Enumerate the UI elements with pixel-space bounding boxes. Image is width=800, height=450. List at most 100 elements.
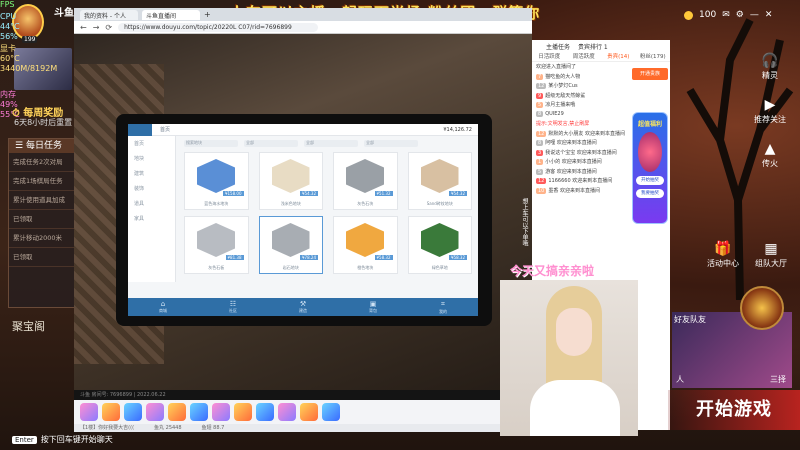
treasure-pavilion-link[interactable]: 聚宝阁 bbox=[12, 318, 45, 334]
url-field[interactable]: https://www.douyu.com/topic/20220L C07/r… bbox=[118, 22, 319, 32]
chat-tabs: 日活跃度 周活跃度 贵宾(14) 粉丝(179) bbox=[532, 52, 670, 62]
back-icon[interactable]: ← bbox=[80, 23, 87, 32]
app-breadcrumb[interactable]: 首页 bbox=[160, 126, 170, 133]
gift-item[interactable] bbox=[278, 403, 296, 421]
new-tab-button[interactable]: + bbox=[204, 10, 211, 19]
refresh-icon[interactable]: ⟳ bbox=[105, 23, 112, 32]
popup-join-button[interactable]: 我要抽奖 bbox=[636, 189, 664, 198]
emblem-orb[interactable] bbox=[740, 286, 784, 330]
nav-icon: ⌂ bbox=[160, 300, 166, 308]
forward-icon[interactable]: → bbox=[93, 23, 100, 32]
task-item[interactable]: 完成1场棋局任务 bbox=[9, 172, 75, 191]
gift-item[interactable] bbox=[212, 403, 230, 421]
nav-icon: ⚒ bbox=[299, 300, 307, 308]
item-card[interactable]: ¥51.32 灰色石块 bbox=[333, 152, 398, 210]
avatar-level: 199 bbox=[22, 36, 38, 43]
tab-weekly-activity[interactable]: 周活跃度 bbox=[567, 52, 602, 61]
filter-search[interactable]: 搜索地块 bbox=[184, 140, 238, 147]
gift-item[interactable] bbox=[80, 403, 98, 421]
browser-tab-active[interactable]: 斗鱼直播间 bbox=[142, 9, 200, 20]
item-card[interactable]: ¥54.32 浅米色地块 bbox=[258, 152, 323, 210]
app-nav-item[interactable]: ⚒ 建造 bbox=[299, 300, 307, 314]
item-card[interactable]: ¥54.32 Sand砖纹地块 bbox=[407, 152, 472, 210]
browser-tab[interactable]: 我的资料 - 个人 bbox=[80, 9, 138, 20]
cpu-readout: CPU 44°C 56% bbox=[0, 12, 20, 41]
gear-icon[interactable]: ⚙ bbox=[736, 10, 744, 20]
chat-panel-bottom bbox=[640, 288, 670, 430]
anchor-task-link[interactable]: 主播任务 bbox=[546, 42, 570, 51]
item-card[interactable]: ¥81.38 灰色石板 bbox=[184, 216, 249, 274]
task-item[interactable]: 已领取 bbox=[9, 248, 75, 267]
tab-vip[interactable]: 贵宾(14) bbox=[601, 52, 636, 61]
gift-item[interactable] bbox=[146, 403, 164, 421]
user-level-badge: 12 bbox=[536, 83, 547, 89]
chat-message-text: 我说这个宝宝 欢迎来到本直播间 bbox=[545, 149, 617, 156]
chat-message[interactable]: 12 某小梦灯Cus bbox=[532, 81, 670, 91]
chat-hint: Enter 按下回车键开始聊天 bbox=[12, 434, 113, 445]
chat-message[interactable]: 5 凉月主播来哦 bbox=[532, 100, 670, 110]
app-nav-item[interactable]: ▣ 背包 bbox=[369, 300, 377, 314]
task-item[interactable]: 已领取 bbox=[9, 210, 75, 229]
item-card[interactable]: ¥58.32 橙色地块 bbox=[333, 216, 398, 274]
app-sidebar-item[interactable]: 装饰 bbox=[128, 181, 175, 196]
gift-bar bbox=[74, 400, 532, 424]
hero-tag: 人 bbox=[676, 375, 684, 384]
vip-rank-link[interactable]: 贵宾排行 1 bbox=[578, 42, 608, 51]
popup-lottery-button[interactable]: 开始抽奖 bbox=[636, 176, 664, 185]
minimize-icon[interactable]: — bbox=[750, 10, 759, 20]
app-logo bbox=[128, 123, 152, 136]
gift-item[interactable] bbox=[190, 403, 208, 421]
task-panel-title[interactable]: ☰ 每日任务 bbox=[9, 139, 75, 153]
menu-sprite[interactable]: 🎧 精灵 bbox=[745, 52, 795, 81]
gift-item[interactable] bbox=[234, 403, 252, 421]
menu-recommend-follow[interactable]: ▶ 推荐关注 bbox=[745, 96, 795, 125]
app-sidebar-item[interactable]: 地块 bbox=[128, 151, 175, 166]
gift-item[interactable] bbox=[102, 403, 120, 421]
nav-icon: ⌗ bbox=[441, 299, 445, 308]
user-level-badge: 5 bbox=[536, 102, 544, 108]
team-label: 好友队友 bbox=[674, 315, 706, 324]
app-nav-item[interactable]: ⌗ 我的 bbox=[439, 300, 447, 315]
chat-message-text: 欢迎进入直播间了 bbox=[536, 64, 577, 70]
app-sidebar-item[interactable]: 建筑 bbox=[128, 166, 175, 181]
app-sidebar-item[interactable]: 首页 bbox=[128, 136, 175, 151]
chat-message-text: 小小的 欢迎来到本直播间 bbox=[545, 159, 602, 165]
welfare-popup[interactable]: 超值福利 开始抽奖 我要抽奖 bbox=[632, 112, 668, 224]
gift-item[interactable] bbox=[322, 403, 340, 421]
task-item[interactable]: 完成任务2次对局 bbox=[9, 153, 75, 172]
flame-icon: ▲ bbox=[764, 141, 776, 157]
gift-item[interactable] bbox=[256, 403, 274, 421]
chat-message-text: 凉月主播来哦 bbox=[545, 102, 576, 108]
task-item[interactable]: 累计使用道具加成 bbox=[9, 191, 75, 210]
start-game-button[interactable]: 开始游戏 bbox=[668, 390, 800, 430]
item-card[interactable]: ¥158.00 蓝色海水地块 bbox=[184, 152, 249, 210]
close-icon[interactable]: ✕ bbox=[765, 10, 773, 20]
open-noble-button[interactable]: 开通贵族 bbox=[632, 68, 668, 80]
fish-fin-count: 鱼翅 88.7 bbox=[201, 425, 225, 431]
app-nav-item[interactable]: ☷ 社区 bbox=[229, 300, 237, 314]
task-item[interactable]: 累计移动2000米 bbox=[9, 229, 75, 248]
player-info-bar: 斗鱼 房间号: 7696899 | 2022.06.22 bbox=[74, 390, 532, 400]
chat-message[interactable]: 9 超级无敌天然鲸鲨 bbox=[532, 91, 670, 101]
tab-daily-activity[interactable]: 日活跃度 bbox=[532, 52, 567, 61]
app-sidebar-item[interactable]: 道具 bbox=[128, 196, 175, 211]
gift-item[interactable] bbox=[300, 403, 318, 421]
chat-input-field[interactable]: 【1楼】你好我要大吉((( bbox=[80, 424, 134, 432]
gift-item[interactable] bbox=[124, 403, 142, 421]
item-card[interactable]: ¥58.32 绿色草地 bbox=[407, 216, 472, 274]
gift-item[interactable] bbox=[168, 403, 186, 421]
mail-icon[interactable]: ✉ bbox=[722, 10, 730, 20]
menu-team-hall[interactable]: ▦ 组队大厅 bbox=[746, 240, 796, 269]
app-nav-item[interactable]: ⌂ 商城 bbox=[159, 300, 167, 314]
item-card[interactable]: ¥78.24 岩石地块 bbox=[258, 216, 323, 274]
menu-pass-fire[interactable]: ▲ 传火 bbox=[745, 140, 795, 169]
tab-fans[interactable]: 粉丝(179) bbox=[636, 52, 671, 61]
hero-tag: 三择 bbox=[770, 375, 786, 384]
menu-activity-center[interactable]: 🎁 活动中心 bbox=[698, 240, 748, 269]
filter-select[interactable]: 全部 bbox=[364, 140, 418, 147]
app-sidebar-item[interactable]: 家具 bbox=[128, 211, 175, 226]
stream-video[interactable]: 首页 ¥14,126.72 首页 地块 建筑 装饰 道具 家具 搜索地块 全部 … bbox=[74, 34, 532, 390]
item-name: 浅米色地块 bbox=[280, 201, 301, 206]
filter-select[interactable]: 全部 bbox=[304, 140, 358, 147]
filter-select[interactable]: 全部 bbox=[244, 140, 298, 147]
